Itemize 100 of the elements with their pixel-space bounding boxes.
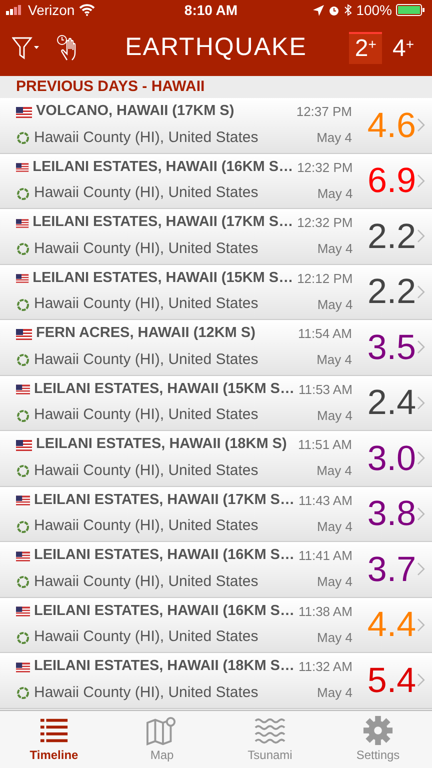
chevron-icon	[416, 284, 426, 299]
quake-time: 11:54 AM	[298, 325, 352, 344]
ring-icon	[16, 408, 30, 423]
quake-date: May 4	[317, 184, 353, 203]
quake-location: Hawaii County (HI), United States	[34, 128, 258, 148]
flag-icon	[16, 606, 30, 617]
quake-title: LEILANI ESTATES, HAWAII (17KM S…	[34, 490, 294, 510]
quake-date: May 4	[316, 351, 352, 370]
quake-time: 12:32 PM	[297, 214, 353, 232]
quake-location: Hawaii County (HI), United States	[34, 350, 258, 370]
quake-title: VOLCANO, HAWAII (17KM S)	[36, 102, 234, 122]
quake-time: 11:32 AM	[298, 658, 352, 676]
quake-time: 11:51 AM	[298, 436, 352, 454]
carrier-name: Verizon	[28, 0, 75, 20]
chevron-icon	[416, 118, 426, 132]
quake-row[interactable]: LEILANI ESTATES, HAWAII (17KM S… 11:43 AM Hawaii County (HI), United States May 4 3.8	[0, 486, 432, 542]
chevron-icon	[416, 396, 426, 410]
flag-icon	[16, 273, 29, 284]
filter-icon[interactable]	[12, 35, 40, 61]
tab-item[interactable]: Timeline	[0, 711, 108, 768]
quake-title: LEILANI ESTATES, HAWAII (16KM S…	[32, 158, 294, 177]
chevron-icon	[416, 673, 426, 688]
quake-location: Hawaii County (HI), United States	[34, 460, 258, 481]
flag-icon	[16, 550, 30, 562]
quake-title: LEILANI ESTATES, HAWAII (18KM S…	[34, 657, 294, 676]
quake-location: Hawaii County (HI), United States	[34, 294, 258, 314]
quake-time: 12:32 PM	[297, 158, 353, 177]
quake-row[interactable]: LEILANI ESTATES, HAWAII (15KM S… 12:12 PM Hawaii County (HI), United States May 4 2.2	[0, 264, 432, 320]
location-icon	[313, 4, 324, 16]
quake-date: May 4	[317, 296, 353, 314]
magnitude-value: 4.4	[366, 607, 416, 642]
flag-icon	[16, 106, 32, 118]
quake-location: Hawaii County (HI), United States	[34, 238, 258, 259]
bluetooth-icon	[344, 4, 352, 16]
flag-icon	[16, 328, 32, 340]
clock: 8:10 AM	[183, 0, 239, 20]
magnitude-value: 2.2	[366, 218, 416, 254]
magnitude-value: 2.4	[366, 385, 416, 420]
flag-icon	[16, 162, 29, 173]
quake-row[interactable]: LEILANI ESTATES, HAWAII (15KM S… 11:53 AM Hawaii County (HI), United States May 4 2.4	[0, 376, 432, 431]
quake-title: FERN ACRES, HAWAII (12KM S)	[36, 324, 256, 344]
quake-date: May 4	[317, 628, 352, 647]
quake-title: LEILANI ESTATES, HAWAII (16KM S…	[34, 546, 294, 566]
flag-icon	[16, 440, 32, 450]
chevron-icon	[416, 174, 426, 188]
quake-time: 12:12 PM	[297, 270, 353, 288]
magnitude-value: 3.7	[366, 552, 416, 587]
quake-row[interactable]: LEILANI ESTATES, HAWAII (16KM S… 12:32 PM Hawaii County (HI), United States May 4 6.9	[0, 154, 432, 209]
quake-title: LEILANI ESTATES, HAWAII (18KM S)	[36, 435, 287, 454]
ring-icon	[16, 186, 30, 201]
ring-icon	[16, 575, 30, 590]
app-title: EARTHQUAKE	[124, 32, 308, 64]
ring-icon	[16, 686, 30, 700]
quake-title: LEILANI ESTATES, HAWAII (17KM S…	[32, 213, 294, 232]
magnitude-filter-button[interactable]: 4$^{+}$	[386, 32, 420, 64]
ring-icon	[16, 630, 30, 645]
quake-location: Hawaii County (HI), United States	[34, 183, 258, 204]
quake-time: 11:53 AM	[298, 380, 352, 399]
magnitude-value: 3.5	[366, 330, 416, 365]
quake-date: May 4	[317, 684, 352, 702]
wifi-icon	[78, 4, 95, 16]
quake-time: 12:37 PM	[296, 103, 352, 122]
magnitude-value: 4.6	[366, 108, 416, 143]
quake-row[interactable]: LEILANI ESTATES, HAWAII (16KM S… 11:38 AM Hawaii County (HI), United States May 4 4.4	[0, 598, 432, 653]
chevron-icon	[416, 229, 426, 244]
ring-icon	[16, 464, 30, 478]
magnitude-value: 2.2	[366, 274, 416, 310]
ring-icon	[16, 242, 30, 256]
quake-title: LEILANI ESTATES, HAWAII (16KM S…	[34, 602, 294, 621]
quake-row[interactable]: FERN ACRES, HAWAII (12KM S) 11:54 AM Hawaii County (HI), United States May 4 3.5	[0, 320, 432, 376]
quake-date: May 4	[317, 406, 352, 425]
ring-icon	[16, 298, 30, 312]
quake-title: LEILANI ESTATES, HAWAII (15KM S…	[34, 380, 294, 399]
quake-time: 11:41 AM	[298, 547, 352, 566]
ring-icon	[16, 353, 30, 368]
flag-icon	[16, 218, 29, 228]
settings-icon	[361, 715, 395, 746]
magnitude-value: 5.4	[366, 662, 416, 698]
ring-icon	[16, 131, 30, 146]
flag-icon	[16, 495, 30, 506]
quake-location: Hawaii County (HI), United States	[34, 682, 258, 703]
quake-time: 11:38 AM	[298, 602, 352, 621]
quake-row[interactable]: VOLCANO, HAWAII (17KM S) 12:37 PM Hawaii County (HI), United States May 4 4.6	[0, 98, 432, 154]
quake-date: May 4	[316, 129, 352, 148]
quake-row[interactable]: LEILANI ESTATES, HAWAII (18KM S… 11:32 AM Hawaii County (HI), United States May 4 5.4	[0, 653, 432, 708]
quake-row[interactable]: LEILANI ESTATES, HAWAII (16KM S… 11:41 AM Hawaii County (HI), United States May 4 3.7	[0, 542, 432, 598]
magnitude-filter-button[interactable]: 2$^{+}$	[348, 32, 382, 64]
chevron-icon	[416, 506, 426, 521]
magnitude-value: 3.8	[366, 496, 416, 532]
quake-row[interactable]: LEILANI ESTATES, HAWAII (17KM S… 12:32 PM Hawaii County (HI), United States May 4 2.2	[0, 209, 432, 264]
battery-percent: 100%	[356, 0, 392, 20]
alarm-icon	[328, 4, 340, 16]
quake-title: LEILANI ESTATES, HAWAII (15KM S…	[32, 268, 294, 288]
quake-date: May 4	[317, 240, 353, 258]
quake-time: 11:43 AM	[298, 492, 352, 510]
quake-location: Hawaii County (HI), United States	[34, 516, 258, 536]
quake-date: May 4	[316, 462, 352, 480]
quake-row[interactable]: LEILANI ESTATES, HAWAII (18KM S) 11:51 AM Hawaii County (HI), United States May 4 3.0	[0, 431, 432, 486]
quake-date: May 4	[317, 518, 352, 536]
signal-icon	[6, 5, 24, 15]
